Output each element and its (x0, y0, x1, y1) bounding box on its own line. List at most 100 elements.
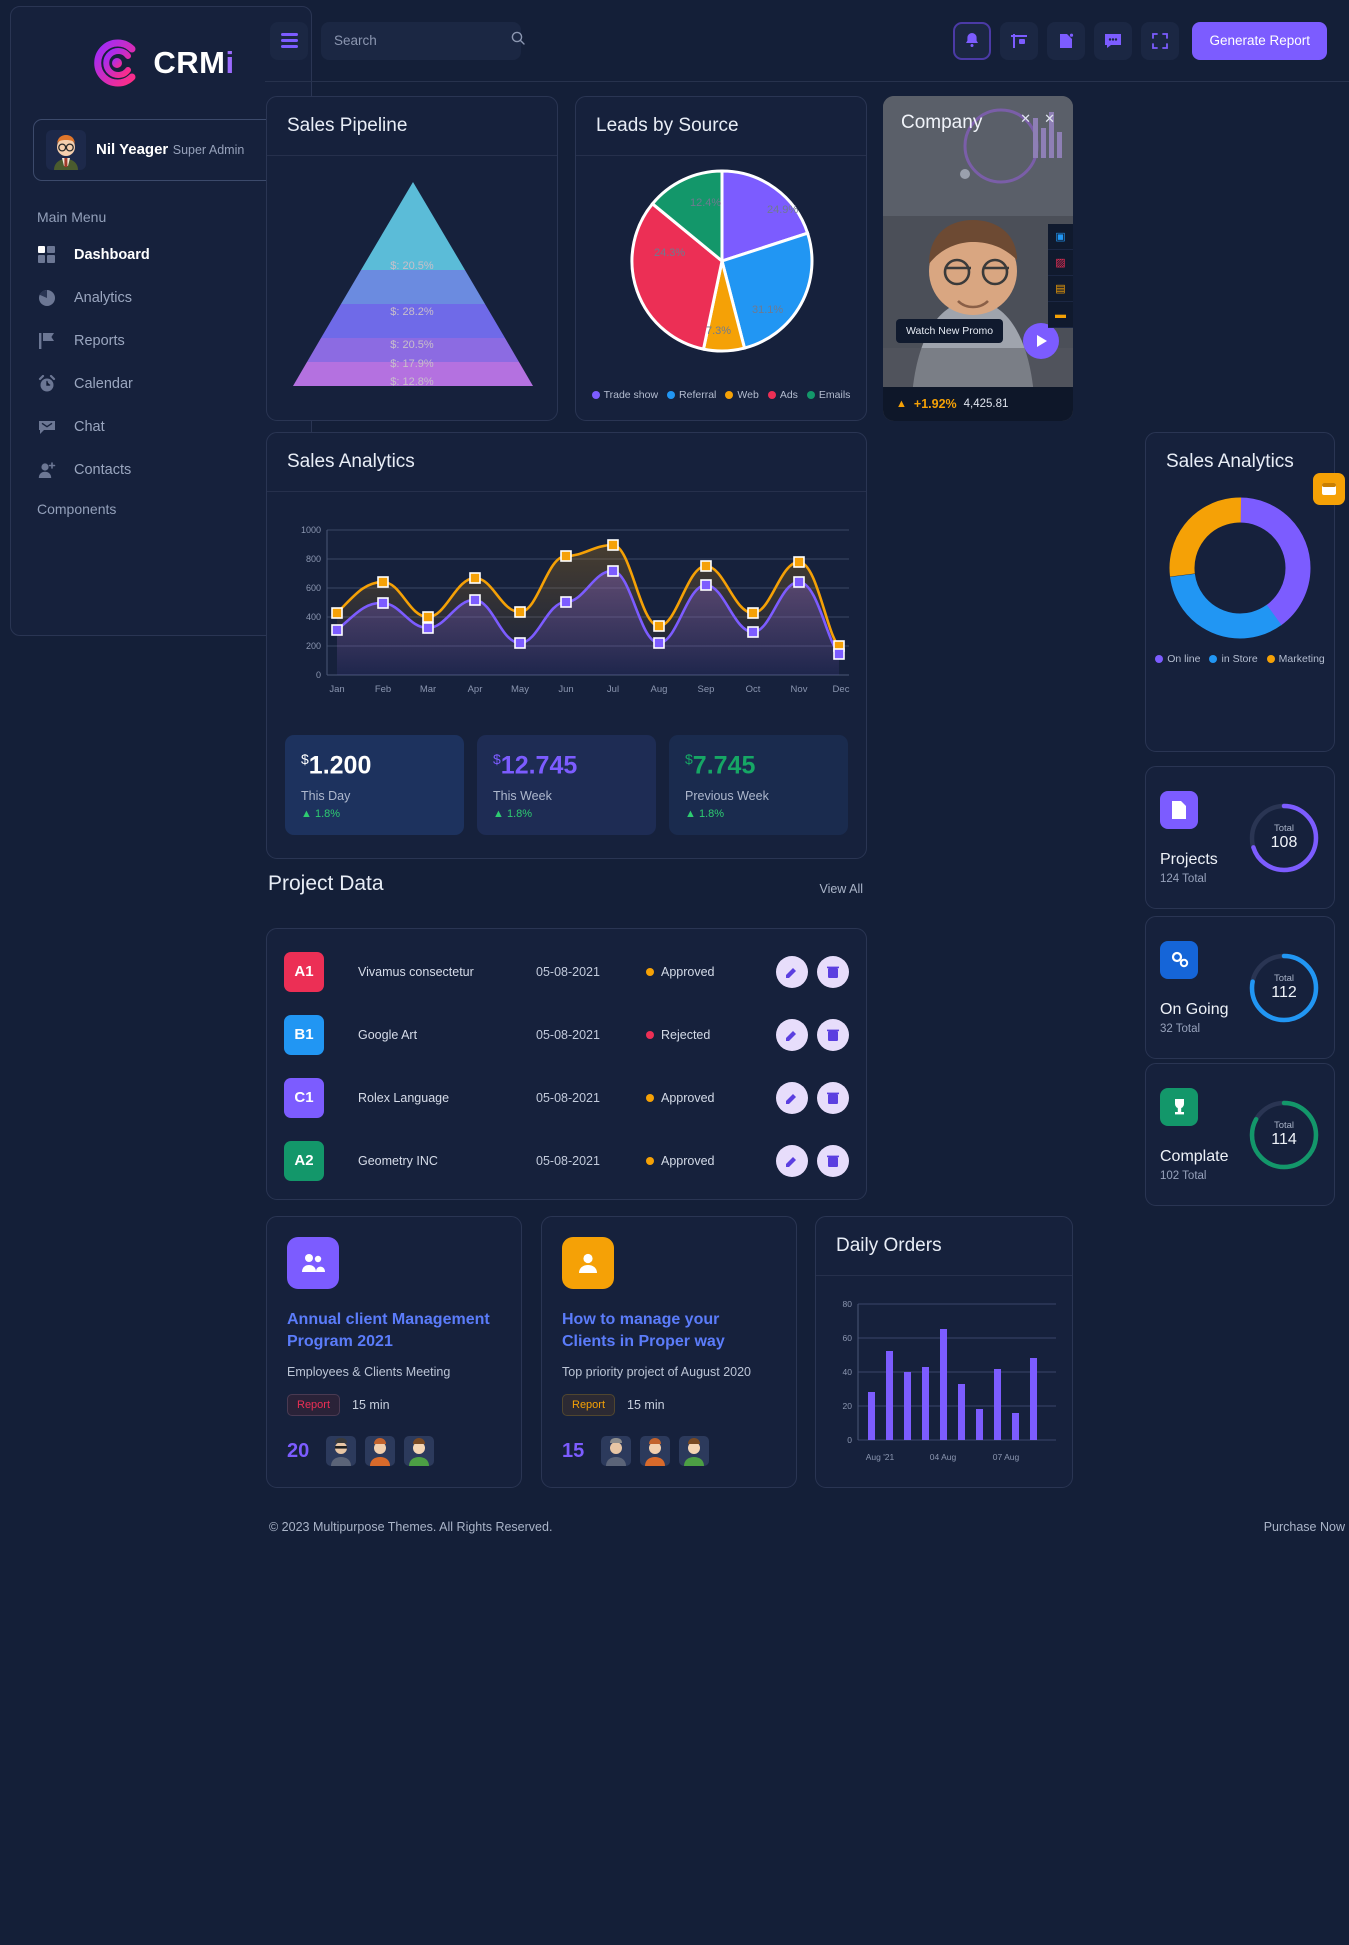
y-axis-tick: 60 (843, 1333, 853, 1343)
mini-card-title: Complate (1160, 1147, 1229, 1165)
company-side-toolbar: ▣ ▨ ▤ ▬ (1048, 224, 1073, 328)
legend-item[interactable]: On line (1155, 653, 1200, 665)
delete-icon[interactable] (817, 1081, 849, 1114)
close-icon[interactable]: ✕ (1020, 111, 1031, 127)
delete-icon[interactable] (817, 1018, 849, 1051)
purchase-now-link[interactable]: Purchase Now (1264, 1520, 1345, 1534)
legend-item[interactable]: Marketing (1266, 653, 1325, 665)
fullscreen-icon[interactable] (1141, 21, 1180, 60)
play-icon[interactable] (1023, 323, 1059, 359)
close-icon[interactable]: ✕ (1044, 111, 1055, 127)
legend-color-dot (1266, 655, 1275, 663)
pie-value-label: 24.3% (654, 247, 685, 259)
legend-color-dot (591, 391, 600, 399)
article-meta: Report 15 min (287, 1394, 501, 1417)
edit-icon[interactable] (776, 1081, 808, 1114)
generate-report-button[interactable]: Generate Report (1192, 21, 1327, 60)
status-badge: Approved (646, 965, 766, 979)
legend-item[interactable]: Ads (767, 389, 798, 401)
pie-value-label: 12.4% (690, 197, 721, 209)
table-row[interactable]: B1 Google Art 05-08-2021 Rejected (267, 1003, 866, 1066)
image-icon[interactable]: ▨ (1048, 250, 1073, 276)
y-axis-tick: 40 (843, 1367, 853, 1377)
attendee-count: 15 (562, 1439, 585, 1462)
x-axis-tick: Nov (791, 684, 808, 695)
project-name: Geometry INC (358, 1153, 438, 1168)
legend-item[interactable]: Referral (667, 389, 716, 401)
watch-promo-badge[interactable]: Watch New Promo (896, 319, 1004, 343)
page-title: Sales Analytics (287, 451, 415, 472)
bell-icon[interactable] (953, 21, 992, 60)
gear-icon (1160, 940, 1198, 979)
search-input[interactable] (334, 33, 511, 48)
edit-icon[interactable] (776, 1018, 808, 1051)
chat-dots-icon[interactable] (1094, 21, 1133, 60)
search-box[interactable] (321, 21, 525, 60)
window-icon[interactable] (1313, 473, 1345, 505)
funnel-label: $: 20.5% (390, 339, 434, 351)
edit-icon[interactable] (776, 955, 808, 988)
edit-icon[interactable] (776, 1144, 808, 1177)
legend-item[interactable]: Trade show (591, 389, 658, 401)
card-header: Leads by Source (576, 97, 866, 156)
article-title[interactable]: Annual client Management Program 2021 (287, 1309, 501, 1352)
legend-label: in Store (1221, 653, 1258, 665)
mini-card-sub: 102 Total (1160, 1169, 1207, 1182)
folder-icon[interactable]: ▤ (1048, 276, 1073, 302)
flag-icon[interactable] (1000, 21, 1039, 60)
stat-label: This Week (493, 789, 552, 804)
ring-value: 112 (1271, 984, 1297, 1001)
table-row[interactable]: C1 Rolex Language 05-08-2021 Approved (267, 1066, 866, 1129)
article-title[interactable]: How to manage your Clients in Proper way (562, 1309, 776, 1352)
project-date: 05-08-2021 (536, 1090, 600, 1105)
legend-item[interactable]: Web (725, 389, 759, 401)
person-icon (562, 1237, 614, 1289)
card-header: Daily Orders (816, 1217, 1072, 1276)
x-axis-tick: Aug '21 (866, 1452, 895, 1462)
document-icon (1160, 790, 1198, 829)
project-tag: A2 (284, 1140, 324, 1181)
y-axis-tick: 600 (306, 583, 321, 593)
page-title: Project Data (268, 872, 384, 895)
legend-label: On line (1167, 653, 1201, 665)
legend-label: Web (737, 389, 759, 401)
mini-card-sub: 32 Total (1160, 1022, 1201, 1035)
sidebar-item-label: Dashboard (74, 246, 150, 263)
topbar: Generate Report (265, 0, 1349, 82)
table-row[interactable]: A2 Geometry INC 05-08-2021 Approved (267, 1129, 866, 1192)
hamburger-icon[interactable] (270, 21, 308, 60)
status-dot (646, 1156, 654, 1165)
legend-color-dot (667, 391, 676, 399)
avatar (679, 1436, 710, 1467)
article-card-one: Annual client Management Program 2021 Em… (266, 1216, 522, 1488)
comment-icon[interactable]: ▬ (1048, 302, 1073, 328)
progress-ring: Total 114 (1248, 1099, 1320, 1171)
camera-icon[interactable]: ▣ (1048, 224, 1073, 250)
company-video-card[interactable]: Company ✕ ✕ ▣ ▨ ▤ ▬ Watch New Promo ▲ +1… (883, 96, 1073, 421)
x-axis-tick: 04 Aug (930, 1452, 957, 1462)
avatar (601, 1436, 632, 1467)
funnel-label: $: 28.2% (390, 306, 434, 318)
chat-icon (37, 417, 57, 437)
project-name: Vivamus consectetur (358, 964, 474, 979)
legend-item[interactable]: Emails (806, 389, 850, 401)
profile-card[interactable]: Nil Yeager Super Admin ▾ (33, 119, 289, 181)
donut-legend: On line in Store Marketing (1146, 653, 1334, 665)
legend-item[interactable]: in Store (1209, 653, 1258, 665)
table-row[interactable]: A1 Vivamus consectetur 05-08-2021 Approv… (267, 940, 866, 1003)
bar (904, 1372, 911, 1440)
avatar (640, 1436, 671, 1467)
stat-delta: ▲ 1.8% (493, 808, 533, 821)
delete-icon[interactable] (817, 955, 849, 988)
view-all-link[interactable]: View All (819, 882, 863, 896)
stat-value: $7.745 (685, 751, 756, 780)
project-data-table: A1 Vivamus consectetur 05-08-2021 Approv… (266, 928, 867, 1200)
legend-color-dot (767, 391, 776, 399)
project-tag: A1 (284, 951, 324, 992)
pie-legend: Trade show Referral Web Ads Emails (576, 389, 866, 401)
delete-icon[interactable] (817, 1144, 849, 1177)
bar (868, 1392, 875, 1440)
status-dot (646, 1030, 654, 1039)
search-icon[interactable] (511, 31, 525, 50)
file-icon[interactable] (1047, 21, 1086, 60)
